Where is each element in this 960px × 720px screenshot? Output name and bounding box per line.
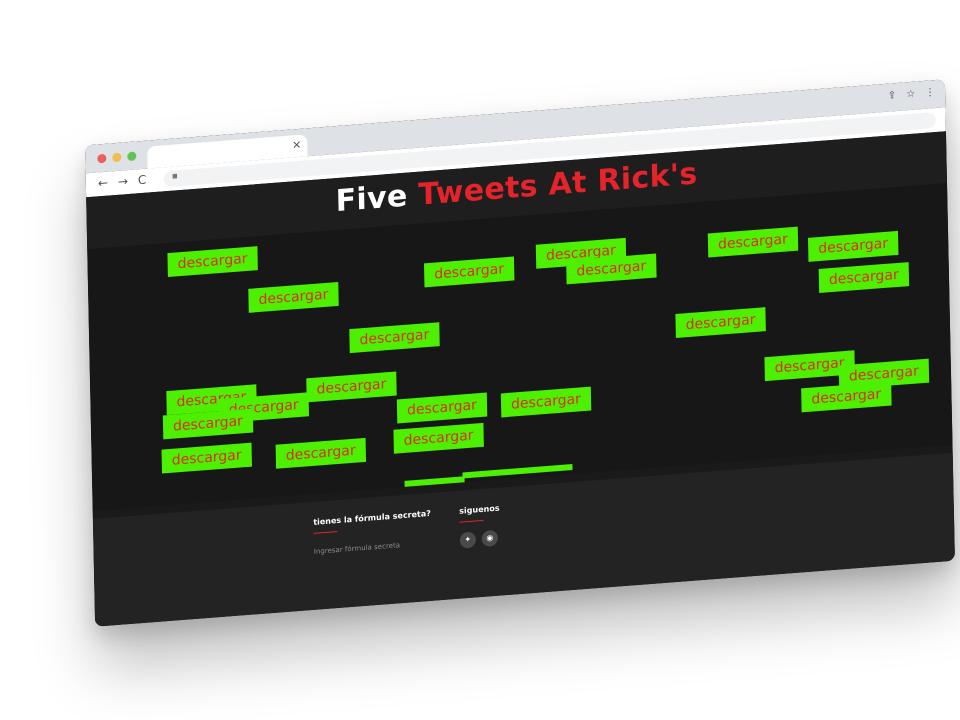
- heading-underline: [459, 519, 484, 523]
- download-button[interactable]: descargar: [807, 230, 899, 262]
- download-button[interactable]: descargar: [349, 322, 440, 354]
- follow-heading: siguenos: [459, 503, 500, 516]
- download-button[interactable]: descargar: [393, 422, 484, 454]
- window-controls: [97, 151, 137, 164]
- download-button[interactable]: descargar: [707, 226, 799, 258]
- download-button[interactable]: descargar: [306, 371, 397, 403]
- heading-underline: [313, 531, 338, 534]
- download-button[interactable]: descargar: [161, 442, 252, 474]
- screenshot-scene: × ⇪ ☆ ⋮ ← → C ▪ Five Tweets At Rick's de…: [0, 0, 960, 720]
- twitter-icon[interactable]: ✦: [459, 531, 477, 549]
- forward-icon[interactable]: →: [118, 174, 128, 189]
- download-button[interactable]: descargar: [675, 307, 766, 339]
- share-icon[interactable]: ⇪: [888, 90, 897, 102]
- star-icon[interactable]: ☆: [906, 89, 915, 101]
- menu-icon[interactable]: ⋮: [925, 87, 935, 99]
- web-page: Five Tweets At Rick's descargar descarga…: [86, 131, 955, 627]
- download-button-partial[interactable]: [404, 476, 465, 487]
- tab-close-icon[interactable]: ×: [292, 138, 301, 152]
- social-links: ✦ ◉: [459, 529, 501, 549]
- nav-buttons: ← → C: [98, 173, 147, 191]
- download-button[interactable]: descargar: [500, 386, 592, 418]
- download-button[interactable]: descargar: [275, 437, 366, 469]
- secret-formula-heading: tienes la fórmula secreta?: [313, 508, 431, 527]
- secret-formula-section: tienes la fórmula secreta? Ingresar fórm…: [313, 509, 431, 556]
- reload-icon[interactable]: C: [138, 173, 147, 188]
- follow-section: siguenos ✦ ◉: [459, 504, 500, 549]
- download-button[interactable]: descargar: [801, 381, 892, 413]
- download-button[interactable]: descargar: [818, 262, 909, 293]
- download-button[interactable]: descargar: [423, 256, 515, 288]
- title-white-part: Five: [335, 178, 408, 220]
- secret-formula-link[interactable]: Ingresar fórmula secreta: [314, 539, 432, 556]
- lock-icon: ▪: [171, 171, 179, 182]
- toolbar-icons: ⇪ ☆ ⋮: [888, 87, 936, 102]
- back-icon[interactable]: ←: [98, 176, 108, 191]
- download-button[interactable]: descargar: [396, 392, 488, 424]
- browser-window: × ⇪ ☆ ⋮ ← → C ▪ Five Tweets At Rick's de…: [85, 79, 955, 627]
- download-button[interactable]: descargar: [167, 246, 258, 278]
- discord-icon[interactable]: ◉: [481, 529, 499, 547]
- download-button[interactable]: descargar: [248, 281, 339, 313]
- minimize-window-button[interactable]: [112, 152, 122, 163]
- maximize-window-button[interactable]: [127, 151, 137, 162]
- close-window-button[interactable]: [97, 153, 107, 164]
- download-button-partial[interactable]: [462, 463, 573, 479]
